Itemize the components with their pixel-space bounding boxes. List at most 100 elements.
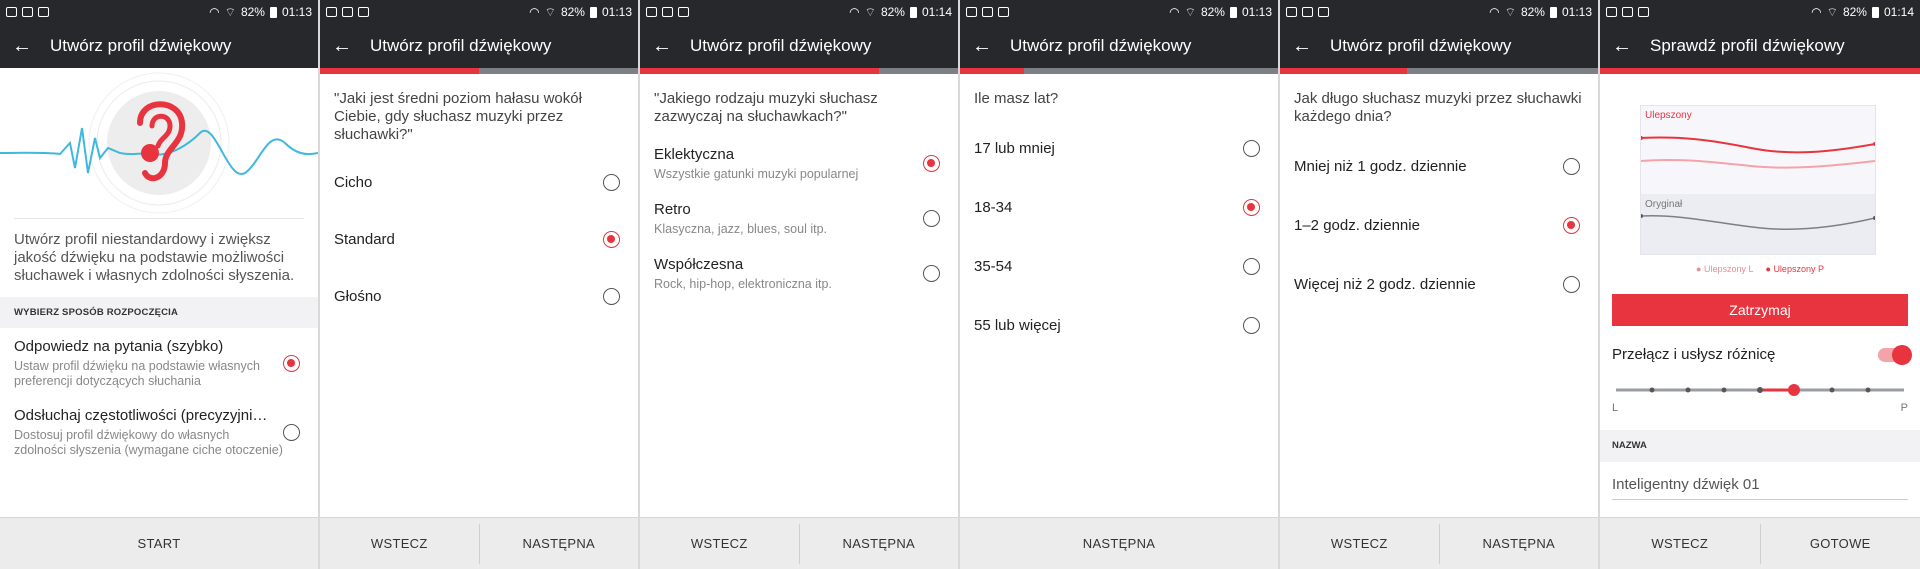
status-bar: ◠ ⌔ 82% 01:13 [0,0,318,24]
start-option-frequencies[interactable]: Odsłuchaj częstotliwości (precyzyjni… Do… [0,389,318,458]
answer-option[interactable]: Retro Klasyczna, jazz, blues, soul itp. [640,201,958,236]
enhanced-curve-label: Ulepszony [1645,110,1692,121]
answer-option[interactable]: Współczesna Rock, hip-hop, elektroniczna … [640,256,958,291]
battery-percent: 82% [1200,5,1225,19]
intro-description: Utwórz profil niestandardowy i zwiększ j… [14,218,304,285]
back-button[interactable]: WSTECZ [320,518,479,569]
radio-button[interactable] [283,355,300,372]
option-label: Więcej niż 2 godz. dziennie [1294,276,1476,293]
radio-button[interactable] [603,288,620,305]
answer-option[interactable]: 55 lub więcej [960,317,1278,334]
answer-option[interactable]: 1–2 godz. dziennie [1280,217,1598,234]
page-title: Utwórz profil dźwiękowy [1330,36,1512,55]
option-label: Cicho [334,174,373,191]
radio-button[interactable] [923,210,940,227]
notification-icon [38,7,49,17]
option-label: Współczesna [654,256,744,273]
compare-toggle-row[interactable]: Przełącz i usłysz różnicę [1612,344,1912,365]
next-button[interactable]: NASTĘPNA [960,518,1278,569]
app-bar: ← Sprawdź profil dźwiękowy [1600,24,1920,68]
back-arrow-icon[interactable]: ← [652,36,672,56]
radio-button[interactable] [1563,276,1580,293]
progress-bar [640,68,958,74]
bottom-bar: WSTECZ GOTOWE [1600,517,1920,569]
back-arrow-icon[interactable]: ← [12,36,32,56]
done-button[interactable]: GOTOWE [1761,518,1920,569]
radio-button[interactable] [1243,317,1260,334]
battery-icon [1871,6,1879,18]
status-bar: ◠ ⌔ 82% 01:13 [960,0,1278,24]
slider-thumb[interactable] [1788,384,1800,396]
back-button[interactable]: WSTECZ [1280,518,1439,569]
back-arrow-icon[interactable]: ← [1612,36,1632,56]
phone-screen-1: ◠ ⌔ 82% 01:13 ← Utwórz profil dźwiękowy … [0,0,318,569]
start-option-questions[interactable]: Odpowiedz na pytania (szybko) Ustaw prof… [0,328,318,389]
answer-option[interactable]: 18-34 [960,199,1278,216]
radio-button[interactable] [283,424,300,441]
option-label: Głośno [334,288,382,305]
answer-option[interactable]: 17 lub mniej [960,140,1278,157]
radio-button[interactable] [1563,217,1580,234]
notification-icon [1318,7,1329,17]
headphones-icon: ◠ [209,5,220,19]
battery-percent: 82% [1842,5,1867,19]
radio-button[interactable] [603,231,620,248]
back-arrow-icon[interactable]: ← [972,36,992,56]
option-label: 18-34 [974,199,1013,216]
back-arrow-icon[interactable]: ← [1292,36,1312,56]
answer-option[interactable]: Mniej niż 1 godz. dziennie [1280,158,1598,175]
answer-option[interactable]: Głośno [320,288,638,305]
battery-percent: 82% [560,5,585,19]
radio-button[interactable] [1243,258,1260,275]
radio-button[interactable] [603,174,620,191]
notification-icon [22,7,33,17]
page-title: Utwórz profil dźwiękowy [50,36,232,55]
back-button[interactable]: WSTECZ [1600,518,1760,569]
clock: 01:13 [281,5,312,19]
option-label: 35-54 [974,258,1013,275]
bottom-bar: WSTECZ NASTĘPNA [320,517,638,569]
headphones-icon: ◠ [1489,5,1500,19]
answer-option[interactable]: 35-54 [960,258,1278,275]
answer-option[interactable]: Eklektyczna Wszystkie gatunki muzyki popu… [640,146,958,181]
app-bar: ← Utwórz profil dźwiękowy [960,24,1278,68]
next-button[interactable]: NASTĘPNA [480,518,639,569]
bottom-bar: NASTĘPNA [960,517,1278,569]
next-button[interactable]: NASTĘPNA [800,518,959,569]
battery-icon [909,6,917,18]
toggle-label: Przełącz i usłysz różnicę [1612,346,1776,363]
legend-item: ● Ulepszony L [1696,264,1754,274]
answer-option[interactable]: Więcej niż 2 godz. dziennie [1280,276,1598,293]
name-section-header: NAZWA [1600,430,1920,462]
radio-button[interactable] [1243,140,1260,157]
progress-bar [1280,68,1598,74]
balance-slider[interactable]: L P [1612,380,1908,420]
radio-button[interactable] [923,155,940,172]
page-title: Utwórz profil dźwiękowy [1010,36,1192,55]
profile-name-input[interactable]: Inteligentny dźwięk 01 [1612,476,1908,500]
profile-curves [1639,106,1877,254]
start-button[interactable]: START [0,518,318,569]
back-button[interactable]: WSTECZ [640,518,799,569]
radio-button[interactable] [1563,158,1580,175]
notification-icon [1606,7,1617,17]
answer-option[interactable]: Standard [320,231,638,248]
radio-button[interactable] [1243,199,1260,216]
radio-button[interactable] [923,265,940,282]
option-label: Odpowiedz na pytania (szybko) [14,338,224,355]
clock: 01:13 [1241,5,1272,19]
headphones-icon: ◠ [849,5,860,19]
wifi-icon: ⌔ [864,4,876,19]
ear-illustration [0,68,318,218]
progress-fill [640,68,879,74]
stop-button[interactable]: Zatrzymaj [1612,294,1908,326]
question-text: Ile masz lat? [974,90,1059,107]
app-bar: ← Utwórz profil dźwiękowy [640,24,958,68]
next-button[interactable]: NASTĘPNA [1440,518,1599,569]
wifi-icon: ⌔ [544,4,556,19]
back-arrow-icon[interactable]: ← [332,36,352,56]
option-label: Eklektyczna [654,146,735,163]
answer-option[interactable]: Cicho [320,174,638,191]
app-bar: ← Utwórz profil dźwiękowy [0,24,318,68]
compare-switch[interactable] [1878,344,1912,365]
